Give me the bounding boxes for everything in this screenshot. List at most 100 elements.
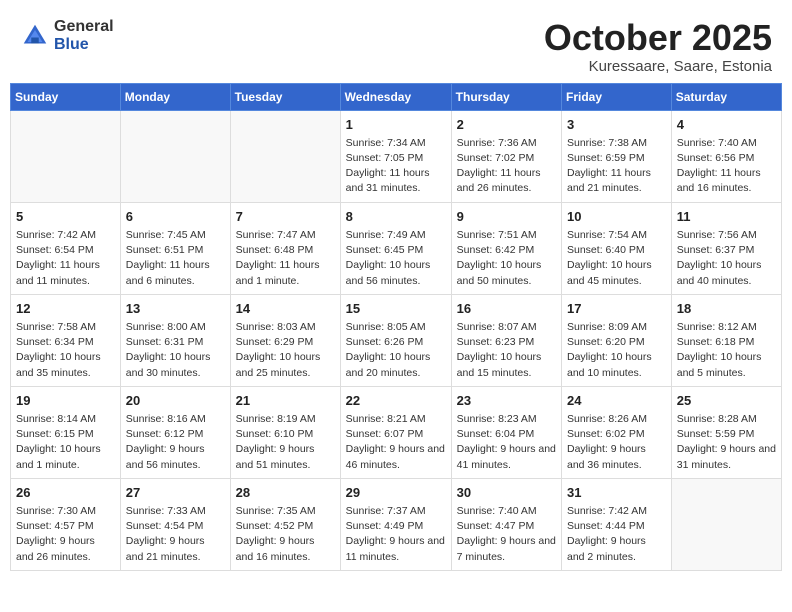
title-block: October 2025 Kuressaare, Saare, Estonia (544, 18, 772, 75)
day-number: 10 (567, 208, 666, 226)
calendar-week-row: 12 Sunrise: 7:58 AM Sunset: 6:34 PM Dayli… (11, 294, 782, 386)
calendar-day-cell: 6 Sunrise: 7:45 AM Sunset: 6:51 PM Daylig… (120, 202, 230, 294)
calendar-day-cell: 7 Sunrise: 7:47 AM Sunset: 6:48 PM Daylig… (230, 202, 340, 294)
weekday-header: Monday (120, 83, 230, 110)
weekday-header: Tuesday (230, 83, 340, 110)
logo-general-text: General (54, 18, 114, 36)
calendar-day-cell: 21 Sunrise: 8:19 AM Sunset: 6:10 PM Dayli… (230, 386, 340, 478)
day-info: Sunrise: 8:05 AM Sunset: 6:26 PM Dayligh… (346, 320, 446, 381)
calendar-day-cell: 3 Sunrise: 7:38 AM Sunset: 6:59 PM Daylig… (562, 110, 672, 202)
day-number: 9 (457, 208, 556, 226)
day-info: Sunrise: 8:21 AM Sunset: 6:07 PM Dayligh… (346, 412, 446, 473)
calendar-day-cell: 20 Sunrise: 8:16 AM Sunset: 6:12 PM Dayli… (120, 386, 230, 478)
calendar-day-cell: 4 Sunrise: 7:40 AM Sunset: 6:56 PM Daylig… (671, 110, 781, 202)
day-number: 13 (126, 300, 225, 318)
weekday-header: Saturday (671, 83, 781, 110)
weekday-header: Friday (562, 83, 672, 110)
day-info: Sunrise: 7:42 AM Sunset: 4:44 PM Dayligh… (567, 504, 666, 565)
day-info: Sunrise: 7:56 AM Sunset: 6:37 PM Dayligh… (677, 228, 776, 289)
logo-blue-text: Blue (54, 36, 114, 54)
day-number: 31 (567, 484, 666, 502)
day-number: 4 (677, 116, 776, 134)
day-number: 20 (126, 392, 225, 410)
calendar-day-cell: 17Sunrise: 8:09 AM Sunset: 6:20 PM Dayli… (562, 294, 672, 386)
day-number: 28 (236, 484, 335, 502)
day-number: 7 (236, 208, 335, 226)
day-info: Sunrise: 7:49 AM Sunset: 6:45 PM Dayligh… (346, 228, 446, 289)
day-number: 1 (346, 116, 446, 134)
day-info: Sunrise: 7:36 AM Sunset: 7:02 PM Dayligh… (457, 136, 556, 197)
day-info: Sunrise: 7:47 AM Sunset: 6:48 PM Dayligh… (236, 228, 335, 289)
day-number: 5 (16, 208, 115, 226)
calendar-day-cell: 12 Sunrise: 7:58 AM Sunset: 6:34 PM Dayli… (11, 294, 121, 386)
calendar-week-row: 26 Sunrise: 7:30 AM Sunset: 4:57 PM Dayli… (11, 478, 782, 570)
calendar-day-cell: 31 Sunrise: 7:42 AM Sunset: 4:44 PM Dayli… (562, 478, 672, 570)
day-info: Sunrise: 7:33 AM Sunset: 4:54 PM Dayligh… (126, 504, 225, 565)
calendar-day-cell: 11 Sunrise: 7:56 AM Sunset: 6:37 PM Dayli… (671, 202, 781, 294)
day-info: Sunrise: 7:42 AM Sunset: 6:54 PM Dayligh… (16, 228, 115, 289)
logo-icon (20, 21, 50, 51)
day-number: 22 (346, 392, 446, 410)
calendar-day-cell: 14 Sunrise: 8:03 AM Sunset: 6:29 PM Dayli… (230, 294, 340, 386)
day-info: Sunrise: 7:34 AM Sunset: 7:05 PM Dayligh… (346, 136, 446, 197)
calendar-day-cell: 23 Sunrise: 8:23 AM Sunset: 6:04 PM Dayli… (451, 386, 561, 478)
day-number: 19 (16, 392, 115, 410)
logo-text: General Blue (54, 18, 114, 53)
weekday-header: Sunday (11, 83, 121, 110)
day-info: Sunrise: 8:26 AM Sunset: 6:02 PM Dayligh… (567, 412, 666, 473)
day-number: 3 (567, 116, 666, 134)
calendar-day-cell (11, 110, 121, 202)
day-info: Sunrise: 8:09 AM Sunset: 6:20 PM Dayligh… (567, 320, 666, 381)
calendar-day-cell: 15 Sunrise: 8:05 AM Sunset: 6:26 PM Dayli… (340, 294, 451, 386)
calendar-day-cell: 29Sunrise: 7:37 AM Sunset: 4:49 PM Dayli… (340, 478, 451, 570)
day-info: Sunrise: 7:45 AM Sunset: 6:51 PM Dayligh… (126, 228, 225, 289)
day-number: 29 (346, 484, 446, 502)
day-info: Sunrise: 7:58 AM Sunset: 6:34 PM Dayligh… (16, 320, 115, 381)
day-number: 15 (346, 300, 446, 318)
calendar-day-cell: 13Sunrise: 8:00 AM Sunset: 6:31 PM Dayli… (120, 294, 230, 386)
calendar-day-cell: 26 Sunrise: 7:30 AM Sunset: 4:57 PM Dayli… (11, 478, 121, 570)
day-info: Sunrise: 8:28 AM Sunset: 5:59 PM Dayligh… (677, 412, 776, 473)
day-number: 24 (567, 392, 666, 410)
day-number: 2 (457, 116, 556, 134)
calendar-day-cell (120, 110, 230, 202)
day-info: Sunrise: 8:12 AM Sunset: 6:18 PM Dayligh… (677, 320, 776, 381)
calendar-week-row: 19Sunrise: 8:14 AM Sunset: 6:15 PM Dayli… (11, 386, 782, 478)
day-info: Sunrise: 8:07 AM Sunset: 6:23 PM Dayligh… (457, 320, 556, 381)
day-info: Sunrise: 7:30 AM Sunset: 4:57 PM Dayligh… (16, 504, 115, 565)
day-number: 23 (457, 392, 556, 410)
day-info: Sunrise: 8:19 AM Sunset: 6:10 PM Dayligh… (236, 412, 335, 473)
day-info: Sunrise: 7:51 AM Sunset: 6:42 PM Dayligh… (457, 228, 556, 289)
calendar-day-cell: 25 Sunrise: 8:28 AM Sunset: 5:59 PM Dayli… (671, 386, 781, 478)
day-number: 14 (236, 300, 335, 318)
day-number: 12 (16, 300, 115, 318)
day-info: Sunrise: 8:03 AM Sunset: 6:29 PM Dayligh… (236, 320, 335, 381)
calendar-day-cell: 22 Sunrise: 8:21 AM Sunset: 6:07 PM Dayli… (340, 386, 451, 478)
day-number: 8 (346, 208, 446, 226)
calendar-day-cell: 30Sunrise: 7:40 AM Sunset: 4:47 PM Dayli… (451, 478, 561, 570)
day-number: 21 (236, 392, 335, 410)
page-header: General Blue October 2025 Kuressaare, Sa… (10, 10, 782, 75)
day-info: Sunrise: 7:40 AM Sunset: 6:56 PM Dayligh… (677, 136, 776, 197)
day-info: Sunrise: 7:38 AM Sunset: 6:59 PM Dayligh… (567, 136, 666, 197)
weekday-header: Thursday (451, 83, 561, 110)
calendar-week-row: 5 Sunrise: 7:42 AM Sunset: 6:54 PM Daylig… (11, 202, 782, 294)
day-info: Sunrise: 8:23 AM Sunset: 6:04 PM Dayligh… (457, 412, 556, 473)
calendar-day-cell (671, 478, 781, 570)
day-number: 6 (126, 208, 225, 226)
calendar-day-cell: 19Sunrise: 8:14 AM Sunset: 6:15 PM Dayli… (11, 386, 121, 478)
calendar-day-cell: 2 Sunrise: 7:36 AM Sunset: 7:02 PM Daylig… (451, 110, 561, 202)
day-number: 18 (677, 300, 776, 318)
calendar-header-row: SundayMondayTuesdayWednesdayThursdayFrid… (11, 83, 782, 110)
day-number: 25 (677, 392, 776, 410)
day-number: 27 (126, 484, 225, 502)
location: Kuressaare, Saare, Estonia (544, 58, 772, 75)
calendar-day-cell: 8 Sunrise: 7:49 AM Sunset: 6:45 PM Daylig… (340, 202, 451, 294)
day-number: 26 (16, 484, 115, 502)
day-number: 11 (677, 208, 776, 226)
calendar-day-cell: 18 Sunrise: 8:12 AM Sunset: 6:18 PM Dayli… (671, 294, 781, 386)
day-info: Sunrise: 8:16 AM Sunset: 6:12 PM Dayligh… (126, 412, 225, 473)
calendar-day-cell (230, 110, 340, 202)
calendar-day-cell: 27 Sunrise: 7:33 AM Sunset: 4:54 PM Dayli… (120, 478, 230, 570)
calendar-table: SundayMondayTuesdayWednesdayThursdayFrid… (10, 83, 782, 571)
